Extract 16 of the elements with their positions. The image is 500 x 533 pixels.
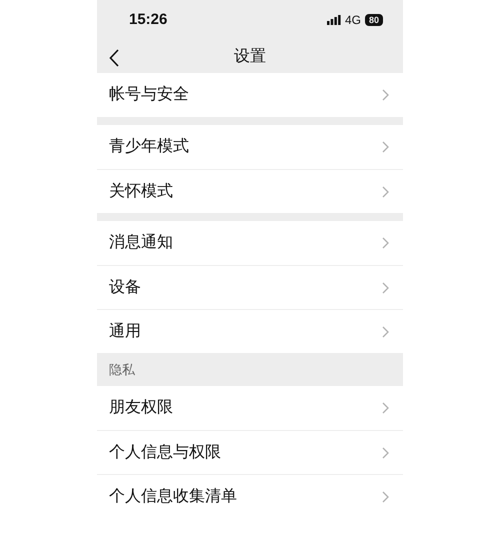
page-title: 设置: [234, 46, 266, 66]
chevron-right-icon: [382, 89, 389, 101]
network-label: 4G: [344, 12, 361, 29]
battery-level: 80: [364, 14, 383, 26]
chevron-right-icon: [382, 490, 389, 502]
chevron-right-icon: [382, 402, 389, 414]
chevron-right-icon: [382, 446, 389, 458]
chevron-right-icon: [382, 141, 389, 153]
chevron-right-icon: [382, 282, 389, 294]
back-chevron-icon: [109, 48, 119, 67]
chevron-right-icon: [382, 186, 389, 198]
chevron-right-icon: [382, 326, 389, 338]
signal-icon: [326, 15, 341, 25]
chevron-right-icon: [382, 237, 389, 249]
section-header: 隐私: [97, 353, 403, 386]
status-time: 15:26: [129, 10, 168, 30]
